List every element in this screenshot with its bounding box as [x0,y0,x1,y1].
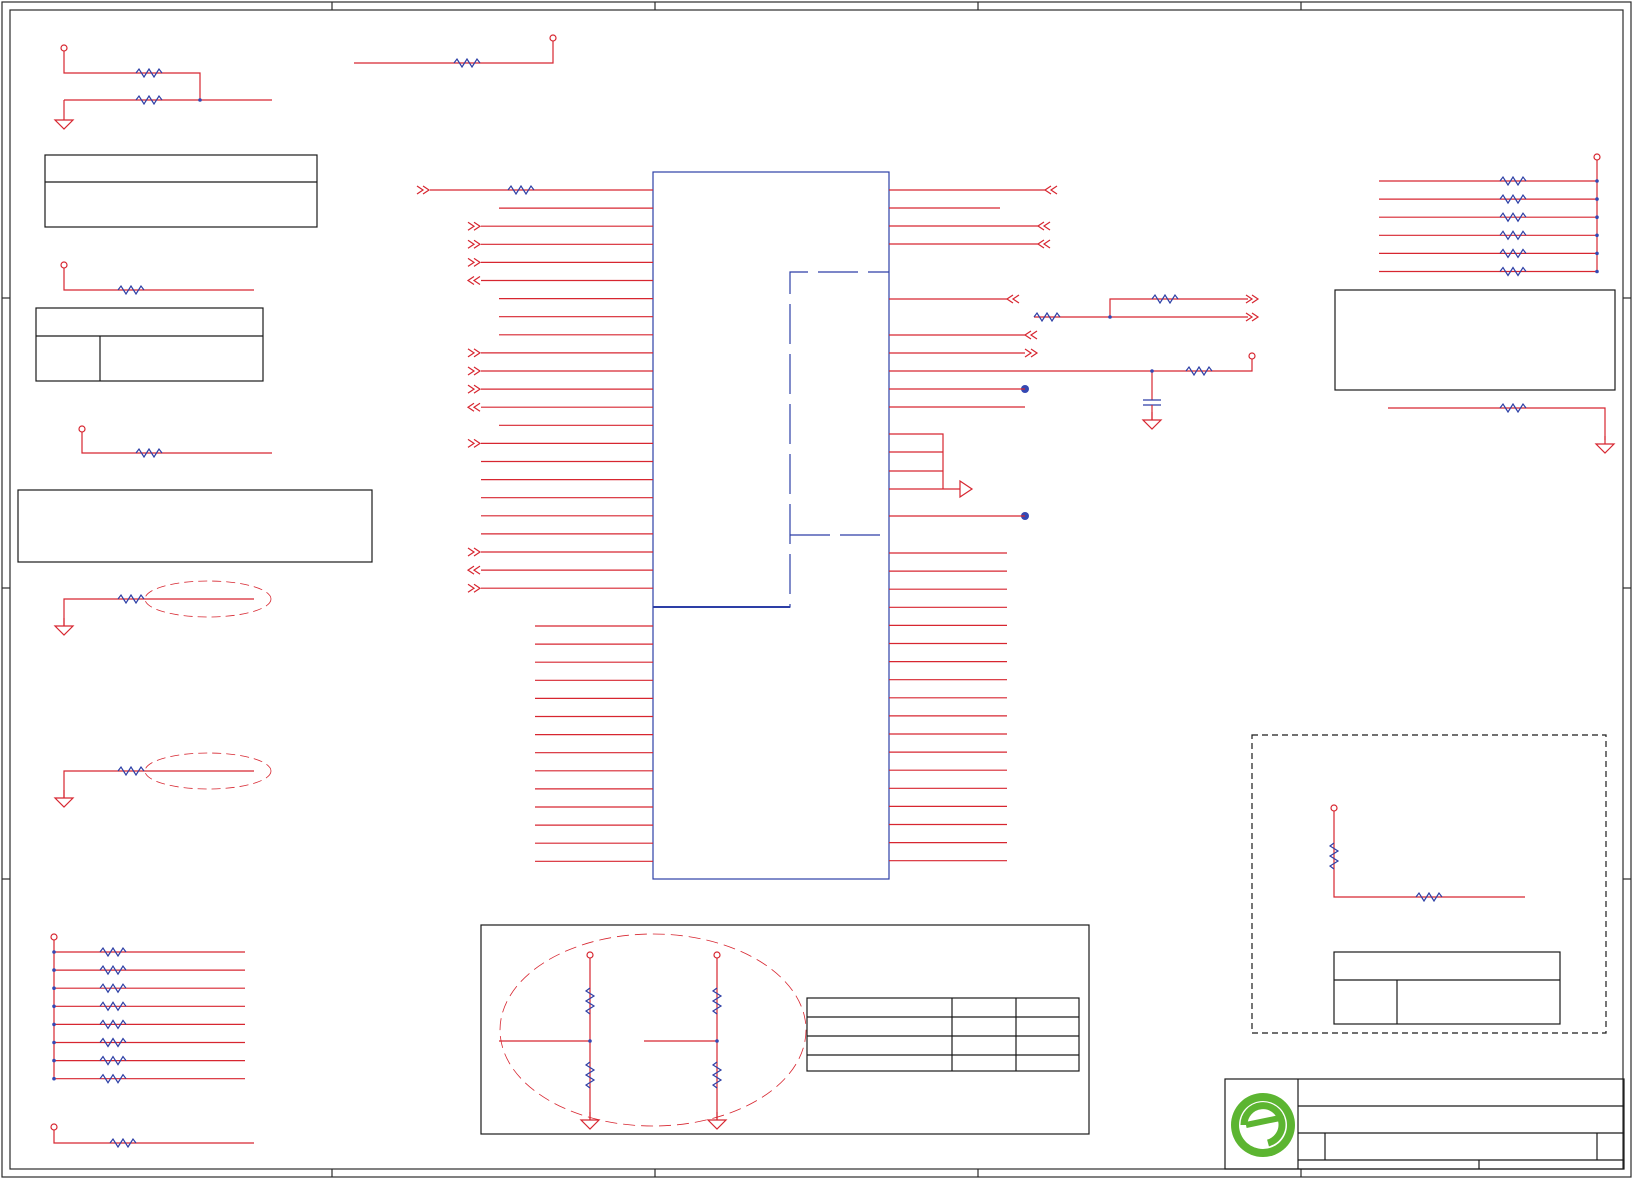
offpage-connector-icon [467,547,482,557]
junction [52,1076,56,1081]
pulldown-circuit-right [1388,402,1615,454]
main-ic [652,171,890,880]
junction [1595,215,1599,219]
offpage-connector-icon [1024,348,1039,358]
resistor-bank-left [50,933,245,1084]
offpage-connector-icon [466,276,481,285]
option-box-right [1251,734,1607,1034]
offpage-connector-icon [467,438,482,448]
ic-left-pins [416,184,653,862]
offpage-connector-icon [467,384,482,394]
junction [52,950,56,954]
ic-right-pins [889,185,1058,862]
pullup-circuit-2 [60,261,254,296]
note-table-2 [35,307,264,382]
company-logo-icon [1231,1093,1295,1157]
offpage-connector-icon [467,257,482,267]
note-box-right [1334,289,1616,391]
pullup-circuit-bottom-left [50,1123,254,1149]
pullup-line-top [354,34,557,69]
note-box-left [17,489,373,563]
pullup-circuit-3 [78,425,272,459]
junction [52,1040,56,1045]
offpage-connector-icon [467,366,482,376]
sheet-border [1,1,1632,1178]
pulldown-circuit-a [54,580,272,636]
junction [52,1022,56,1027]
schematic-sheet [1,1,1632,1178]
junction [52,1004,56,1009]
offpage-connector-icon [466,402,481,412]
resistor-bank-right [1379,153,1601,277]
junction [1595,197,1599,201]
offpage-connector-icon [1023,330,1038,340]
offpage-connector-icon [467,239,482,249]
power-port-icon [50,933,58,941]
offpage-connector-icon [467,221,482,231]
junction [52,1058,56,1063]
power-port-icon [1593,153,1601,161]
pullup-circuit-top-left [54,44,272,130]
junction [1595,269,1599,274]
junction [1595,179,1599,183]
offpage-connector-icon [466,565,481,575]
offpage-connector-icon [467,348,482,358]
junction [52,968,56,972]
offpage-connector-icon [467,583,482,593]
offpage-connector-icon [1043,185,1058,195]
offpage-connector-icon [1036,221,1051,231]
ic-right-circuitry [889,293,1259,520]
junction [52,986,56,990]
offpage-connector-icon [416,185,431,195]
junction [1595,251,1599,256]
junction [1595,233,1599,238]
offpage-connector-icon [1005,294,1020,304]
note-table-1 [44,154,318,228]
strap-option-box [480,924,1090,1135]
offpage-connector-icon [1036,239,1051,249]
pulldown-circuit-b [54,752,272,808]
